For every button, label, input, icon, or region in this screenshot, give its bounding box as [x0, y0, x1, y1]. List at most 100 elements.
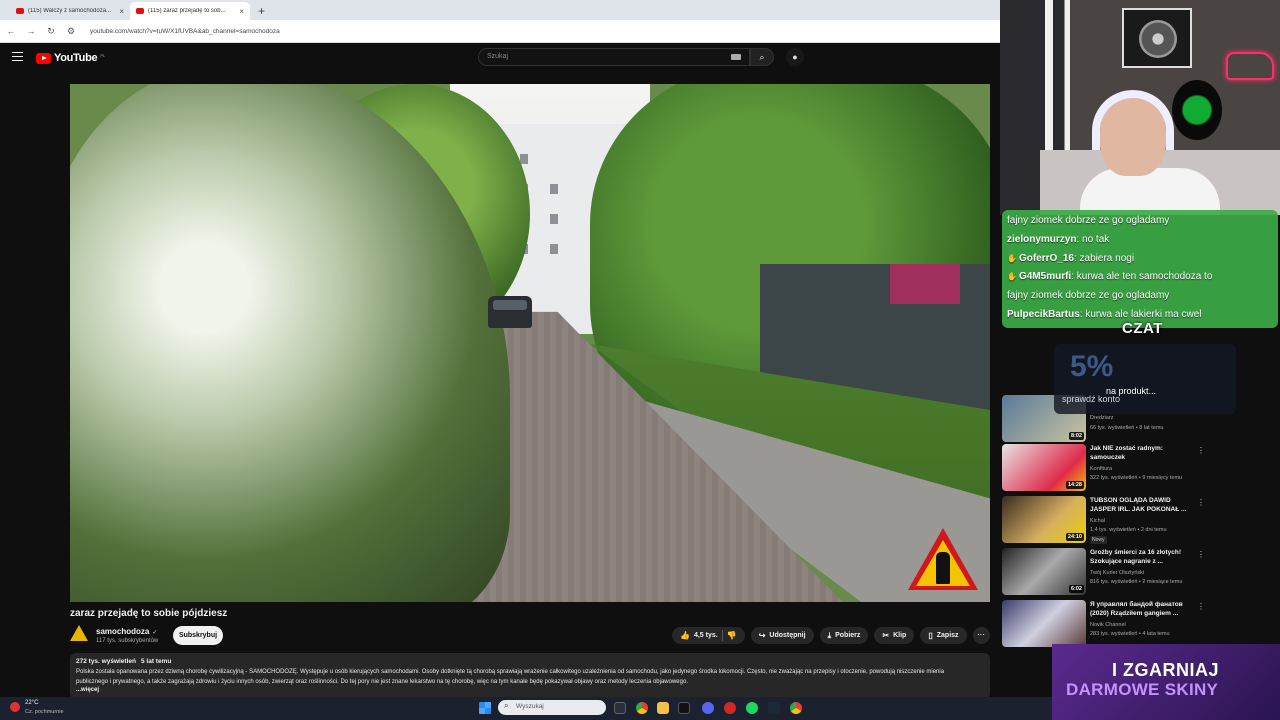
chat-message: ✋ GoferrO_16: zabiera nogi [1007, 252, 1135, 264]
url-field[interactable]: youtube.com/watch?v=tuW/X1fUVBA&ab_chann… [90, 28, 280, 35]
weather-icon[interactable] [10, 702, 20, 712]
bookmark-icon: ▯ [928, 631, 933, 640]
recommendation-item[interactable]: 14:28 Jak NIE zostać radnym: samouczek K… [1002, 444, 1205, 492]
logo-text: YouTube [54, 52, 98, 64]
vinyl-poster [1122, 8, 1192, 68]
youtube-favicon-icon [16, 8, 24, 14]
menu-icon[interactable] [12, 52, 23, 61]
close-tab-icon[interactable]: × [119, 7, 124, 16]
file-explorer-icon[interactable] [657, 702, 669, 714]
like-icon[interactable]: 👍 [680, 631, 690, 640]
channel-name[interactable]: samochodoza ✓ [96, 627, 157, 636]
browser-tab-2[interactable]: (115) zaraz przejadę to sob... × [130, 2, 250, 20]
wave-icon: ✋ [1007, 272, 1017, 282]
video-description[interactable]: 272 tys. wyświetleń 5 lat temu Polska zos… [70, 653, 990, 699]
promo-discount: 5% [1070, 350, 1114, 383]
subscribe-button[interactable]: Subskrybuj [173, 626, 223, 645]
browser-tab-1[interactable]: (115) Walczy z samochodoza... × [10, 2, 130, 20]
youtube-favicon-icon [136, 8, 144, 14]
more-options-icon[interactable]: ⋮ [1197, 498, 1205, 507]
channel-avatar[interactable] [70, 625, 88, 641]
more-options-icon[interactable]: ⋮ [1197, 446, 1205, 455]
back-icon[interactable]: ← [6, 26, 16, 36]
chat-label: CZAT [1122, 320, 1163, 337]
clip-button[interactable]: ✂ Klip [874, 627, 915, 644]
weather-status[interactable]: Cz. pochmurnie [25, 709, 64, 715]
video-title: zaraz przejadę to sobie pójdziesz [70, 608, 228, 619]
recommendation-item[interactable]: 24:10 TUBSON OGLĄDA DAWID JASPER IRL. JA… [1002, 496, 1205, 544]
recommendation-item[interactable]: Я управлял бандой фанатов (2020) Rządził… [1002, 600, 1205, 648]
like-count[interactable]: 4,5 tys. [694, 632, 718, 639]
streamer-webcam [1000, 0, 1280, 215]
browser-tab-bar: (115) Walczy z samochodoza... × (115) za… [0, 0, 1000, 20]
weather-temperature[interactable]: 22°C [25, 700, 38, 706]
screen: (115) Walczy z samochodoza... × (115) za… [0, 0, 1280, 720]
browser-tab-title: (115) Walczy z samochodoza... [28, 8, 112, 14]
logo-region: PL [100, 52, 106, 58]
stream-chat: fajny ziomek dobrze ze go ogladamy zielo… [1002, 210, 1278, 328]
keyboard-icon[interactable] [731, 54, 741, 60]
video-car [488, 296, 532, 328]
taskbar-search-input[interactable]: Wyszukaj [498, 700, 606, 715]
new-tab-icon[interactable]: + [250, 4, 273, 20]
chat-message: fajny ziomek dobrze ze go ogladamy [1007, 215, 1170, 226]
download-button[interactable]: ⤓ Pobierz [819, 627, 869, 644]
browser-tab-title: (115) zaraz przejadę to sob... [148, 8, 226, 14]
share-icon: ↪ [758, 631, 766, 640]
more-options-icon[interactable]: ⋮ [1197, 550, 1205, 559]
youtube-logo[interactable]: YouTube PL [36, 52, 105, 64]
chat-message: ✋ G4M5murfi: kurwa ale ten samochodoza to [1007, 271, 1213, 283]
promo-overlay: 5% sprawdź konto na produkt... [1054, 344, 1236, 414]
like-dislike-group: 👍 4,5 tys. 👎 [672, 627, 745, 644]
save-button[interactable]: ▯ Zapisz [920, 627, 967, 644]
share-button[interactable]: ↪ Udostępnij [750, 627, 814, 644]
steam-icon[interactable] [768, 702, 780, 714]
reload-icon[interactable]: ↻ [46, 26, 56, 37]
discord-icon[interactable] [702, 702, 714, 714]
recommendation-thumbnail[interactable]: 14:28 [1002, 444, 1086, 491]
promo-caption: na produkt... [1106, 386, 1157, 396]
close-tab-icon[interactable]: × [239, 7, 244, 16]
recommendation-thumbnail[interactable]: 24:10 [1002, 496, 1086, 543]
terminal-icon[interactable] [678, 702, 690, 714]
search-input[interactable]: Szukaj [478, 48, 750, 66]
voice-search-button[interactable]: ● [786, 48, 804, 66]
dislike-icon[interactable]: 👎 [727, 631, 737, 640]
microphone-icon: ● [792, 52, 798, 62]
site-info-icon[interactable]: ⚙ [66, 26, 76, 37]
recommendation-thumbnail[interactable] [1002, 600, 1086, 647]
neon-car-sign [1226, 52, 1274, 80]
warning-figure [936, 552, 950, 584]
video-player[interactable] [70, 84, 990, 602]
subscriber-count: 117 tys. subskrybentów [96, 638, 159, 644]
more-actions-button[interactable]: ⋯ [972, 627, 990, 644]
verified-icon: ✓ [152, 630, 158, 636]
search-icon: ⌕ [759, 52, 765, 62]
search-placeholder: Szukaj [487, 53, 509, 60]
start-button-icon[interactable] [479, 702, 491, 714]
promo-banner: I ZGARNIAJ DARMOWE SKINY [1052, 644, 1280, 720]
chat-message: fajny ziomek dobrze ze go ogladamy [1007, 290, 1170, 302]
download-icon: ⤓ [827, 630, 832, 640]
task-view-icon[interactable] [614, 702, 626, 714]
banner-line-1: I ZGARNIAJ [1112, 660, 1220, 680]
address-bar: ← → ↻ ⚙ youtube.com/watch?v=tuW/X1fUVBA&… [0, 20, 1000, 43]
rgb-light [1172, 80, 1222, 140]
forward-icon[interactable]: → [26, 26, 36, 36]
banner-line-2: DARMOWE SKINY [1066, 680, 1219, 699]
description-text: Polska została opanowana przez dziwną ch… [76, 669, 945, 685]
recommendation-thumbnail[interactable]: 6:02 [1002, 548, 1086, 595]
show-more-link[interactable]: ...więcej [76, 687, 984, 693]
chrome-icon[interactable] [636, 702, 648, 714]
chat-message: zielonymurzyn: no tak [1007, 233, 1110, 245]
wave-icon: ✋ [1007, 253, 1017, 263]
search-button[interactable]: ⌕ [750, 48, 774, 66]
recorder-icon[interactable] [724, 702, 736, 714]
chrome-icon[interactable] [790, 702, 802, 714]
recommendation-item[interactable]: 6:02 Groźby śmierci za 16 złotych! Szoku… [1002, 548, 1205, 596]
scissors-icon: ✂ [882, 631, 890, 640]
video-actions: 👍 4,5 tys. 👎 ↪ Udostępnij ⤓ Pobierz ✂ Klip … [672, 627, 990, 644]
spotify-icon[interactable] [746, 702, 758, 714]
more-options-icon[interactable]: ⋮ [1197, 602, 1205, 611]
video-meta: 272 tys. wyświetleń 5 lat temu [76, 658, 172, 665]
